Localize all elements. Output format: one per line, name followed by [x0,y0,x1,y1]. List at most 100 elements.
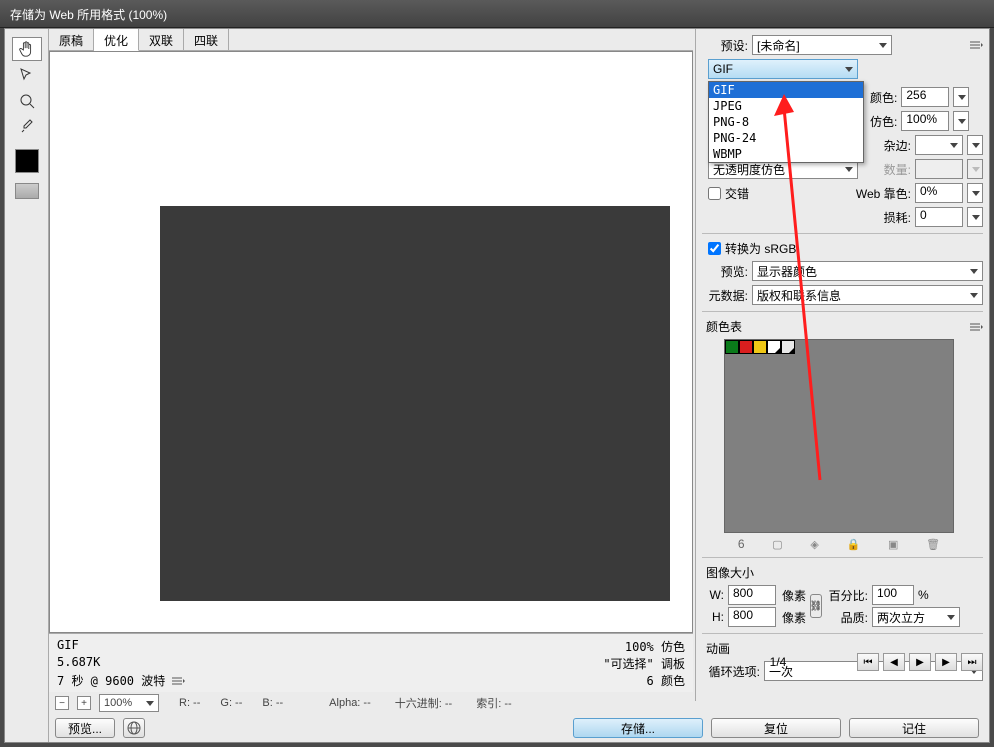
document-preview [54,56,674,614]
anim-fraction: 1/4 [703,655,853,669]
format-option-png24[interactable]: PNG-24 [709,130,863,146]
amount-input [915,159,963,179]
anim-first-button[interactable]: ⏮ [857,653,879,671]
window-body: 原稿 优化 双联 四联 GIF 100% 仿色 5.687K "可选择" 调板 … [4,28,990,743]
info-flyout-icon[interactable] [171,676,185,686]
anim-prev-button[interactable]: ◀ [883,653,905,671]
percent-unit: % [918,588,929,602]
convert-srgb-label: 转换为 sRGB [725,240,796,257]
zoom-value: 100% [104,697,132,709]
width-label: W: [706,588,724,602]
format-option-gif[interactable]: GIF [709,82,863,98]
height-label: H: [706,610,724,624]
right-panel: 预设: [未命名] GIF GIF JPEG PNG-8 PNG-24 WBMP [695,29,989,701]
convert-srgb-checkbox[interactable] [708,242,721,255]
tab-original[interactable]: 原稿 [49,29,94,50]
interlace-checkbox[interactable] [708,187,721,200]
map-transparent-icon[interactable]: ▢ [772,538,782,551]
info-colors: 6 颜色 [647,672,685,689]
matte-color-picker[interactable] [967,135,983,155]
swatch[interactable] [739,340,753,354]
view-tabs: 原稿 优化 双联 四联 [49,29,693,51]
titlebar: 存储为 Web 所用格式 (100%) [0,0,994,28]
image-content [160,206,670,601]
width-input[interactable]: 800 [728,585,776,605]
px-label-2: 像素 [782,609,806,626]
readout-g: G: -- [220,697,242,709]
format-value: GIF [713,62,733,76]
toggle-slice-visibility[interactable] [15,183,39,199]
anim-last-button[interactable]: ⏭ [961,653,983,671]
readout-index: 索引: -- [476,695,511,711]
zoom-out-button[interactable]: − [55,696,69,710]
dither-stepper[interactable] [953,111,969,131]
zoom-select[interactable]: 100% [99,694,159,712]
canvas-zone[interactable] [49,51,693,633]
percent-input[interactable]: 100 [872,585,914,605]
colors-input[interactable]: 256 [901,87,949,107]
info-time: 7 秒 @ 9600 波特 [57,672,165,689]
dither-input[interactable]: 100% [901,111,949,131]
color-table[interactable] [724,339,954,533]
preset-label: 预设: [702,37,748,54]
websnap-stepper[interactable] [967,183,983,203]
new-color-icon[interactable]: ▣ [888,538,898,551]
matte-select[interactable] [915,135,963,155]
preset-flyout-icon[interactable] [969,40,983,50]
color-table-count: 6 [738,537,745,551]
metadata-label: 元数据: [702,287,748,304]
color-table-footer: 6 ▢ ◈ 🔒 ▣ 🗑 [724,537,954,551]
metadata-select[interactable]: 版权和联系信息 [752,285,983,305]
eyedropper-tool[interactable] [12,115,42,139]
swatch[interactable] [781,340,795,354]
constrain-proportions-icon[interactable]: ⛓ [810,594,822,618]
preview-profile-select[interactable]: 显示器颜色 [752,261,983,281]
zoom-in-button[interactable]: + [77,696,91,710]
anim-play-button[interactable]: ▶ [909,653,931,671]
readout-r: R: -- [179,697,200,709]
matte-label: 杂边: [884,137,911,154]
zoom-tool[interactable] [12,89,42,113]
height-input[interactable]: 800 [728,607,776,627]
preview-profile-value: 显示器颜色 [757,263,817,280]
interlace-label: 交错 [725,185,749,202]
preset-select[interactable]: [未命名] [752,35,892,55]
tab-2up[interactable]: 双联 [139,29,184,50]
color-table-label: 颜色表 [706,318,742,335]
metadata-value: 版权和联系信息 [757,287,841,304]
info-filesize: 5.687K [57,655,100,672]
hand-tool[interactable] [12,37,42,61]
preview-button[interactable]: 预览... [55,718,115,738]
format-option-jpeg[interactable]: JPEG [709,98,863,114]
readout-b: B: -- [262,697,283,709]
websnap-input[interactable]: 0% [915,183,963,203]
remember-button[interactable]: 记住 [849,718,979,738]
delete-color-icon[interactable]: 🗑 [926,538,940,551]
reset-button[interactable]: 复位 [711,718,841,738]
tab-optimized[interactable]: 优化 [94,29,139,51]
tab-4up[interactable]: 四联 [184,29,229,50]
format-select[interactable]: GIF [708,59,858,79]
anim-next-button[interactable]: ▶ [935,653,957,671]
format-option-png8[interactable]: PNG-8 [709,114,863,130]
save-button[interactable]: 存储... [573,718,703,738]
swatch[interactable] [725,340,739,354]
lossy-stepper[interactable] [967,207,983,227]
color-table-swatches [725,340,795,354]
color-table-flyout-icon[interactable] [969,322,983,332]
px-label: 像素 [782,587,806,604]
eyedropper-color-swatch[interactable] [15,149,39,173]
format-dropdown-list: GIF JPEG PNG-8 PNG-24 WBMP [708,81,864,163]
quality-select[interactable]: 两次立方 [872,607,960,627]
browser-preview-button[interactable] [123,718,145,738]
lossy-input[interactable]: 0 [915,207,963,227]
info-format: GIF [57,638,79,655]
format-option-wbmp[interactable]: WBMP [709,146,863,162]
colors-stepper[interactable] [953,87,969,107]
swatch[interactable] [767,340,781,354]
info-palette: "可选择" 调板 [603,655,685,672]
swatch[interactable] [753,340,767,354]
slice-select-tool[interactable] [12,63,42,87]
lock-color-icon[interactable]: 🔒 [847,538,861,551]
shift-web-icon[interactable]: ◈ [810,538,818,551]
